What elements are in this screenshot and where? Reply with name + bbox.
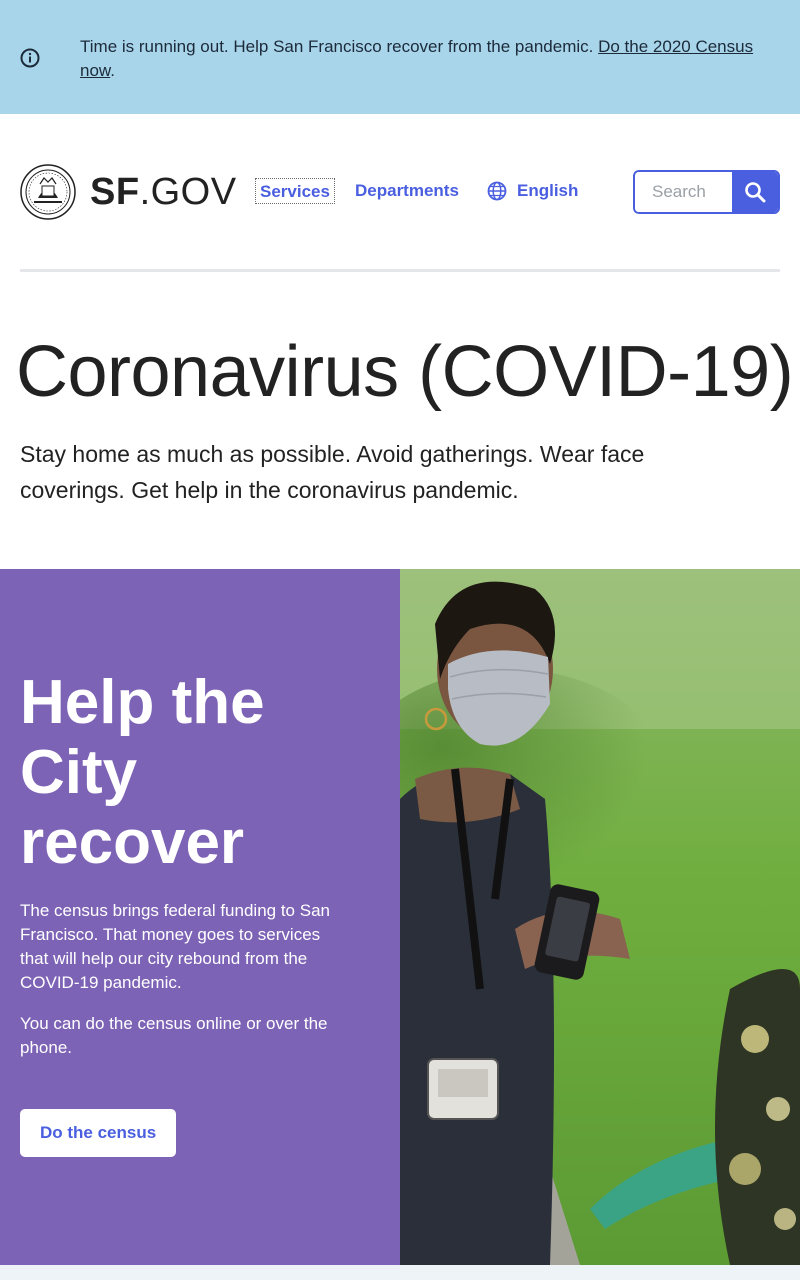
search-box	[633, 170, 780, 214]
alert-trailing: .	[110, 61, 115, 80]
page-title: Coronavirus (COVID-19)	[16, 332, 794, 412]
info-icon	[20, 48, 40, 68]
sf-gov-wordmark[interactable]: SF.GOV	[90, 170, 237, 214]
feature-paragraph: The census brings federal funding to San…	[20, 901, 330, 992]
census-feature: Help the City recover The census brings …	[0, 569, 800, 1265]
alert-banner: Time is running out. Help San Francisco …	[0, 0, 800, 114]
search-icon	[745, 182, 766, 203]
language-label: English	[517, 181, 579, 200]
feature-panel: Help the City recover The census brings …	[0, 569, 400, 1265]
feature-photo	[400, 569, 800, 1265]
site-header: SF.GOV Services Departments English	[0, 114, 800, 272]
city-seal-logo[interactable]	[20, 164, 76, 220]
alert-message: Time is running out. Help San Francisco …	[80, 37, 599, 56]
feature-paragraph: You can do the census online or over the…	[20, 1014, 328, 1057]
header-divider	[20, 269, 780, 272]
page-intro: Stay home as much as possible. Avoid gat…	[20, 441, 645, 503]
do-census-button[interactable]: Do the census	[20, 1109, 177, 1157]
feature-heading: Help the City recover	[20, 668, 265, 877]
bottom-strip	[0, 1265, 800, 1280]
search-input[interactable]	[635, 172, 732, 212]
globe-icon	[487, 181, 507, 201]
nav-departments[interactable]: Departments	[355, 178, 459, 204]
census-worker-image	[400, 569, 800, 1265]
nav-services[interactable]: Services	[255, 178, 335, 204]
language-selector[interactable]: English	[487, 178, 578, 204]
search-button[interactable]	[732, 172, 778, 212]
